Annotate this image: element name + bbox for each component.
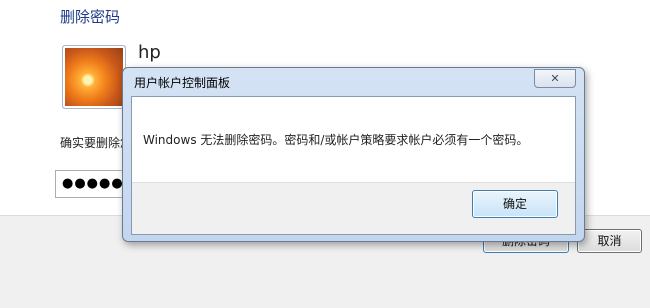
user-avatar-flower-icon — [62, 45, 126, 109]
cancel-button[interactable]: 取消 — [577, 229, 642, 253]
close-icon[interactable]: ✕ — [534, 69, 576, 88]
ok-button[interactable]: 确定 — [472, 190, 558, 218]
confirm-prompt-text: 确实要删除您的密码吗? — [60, 136, 126, 150]
dialog-title: 用户帐户控制面板 — [134, 76, 231, 90]
username-label: hp — [138, 42, 161, 63]
dialog-message: Windows 无法删除密码。密码和/或帐户策略要求帐户必须有一个密码。 — [143, 133, 529, 147]
page-title: 删除密码 — [60, 8, 121, 26]
user-account-control-dialog: 用户帐户控制面板 ✕ Windows 无法删除密码。密码和/或帐户策略要求帐户必… — [122, 67, 585, 242]
